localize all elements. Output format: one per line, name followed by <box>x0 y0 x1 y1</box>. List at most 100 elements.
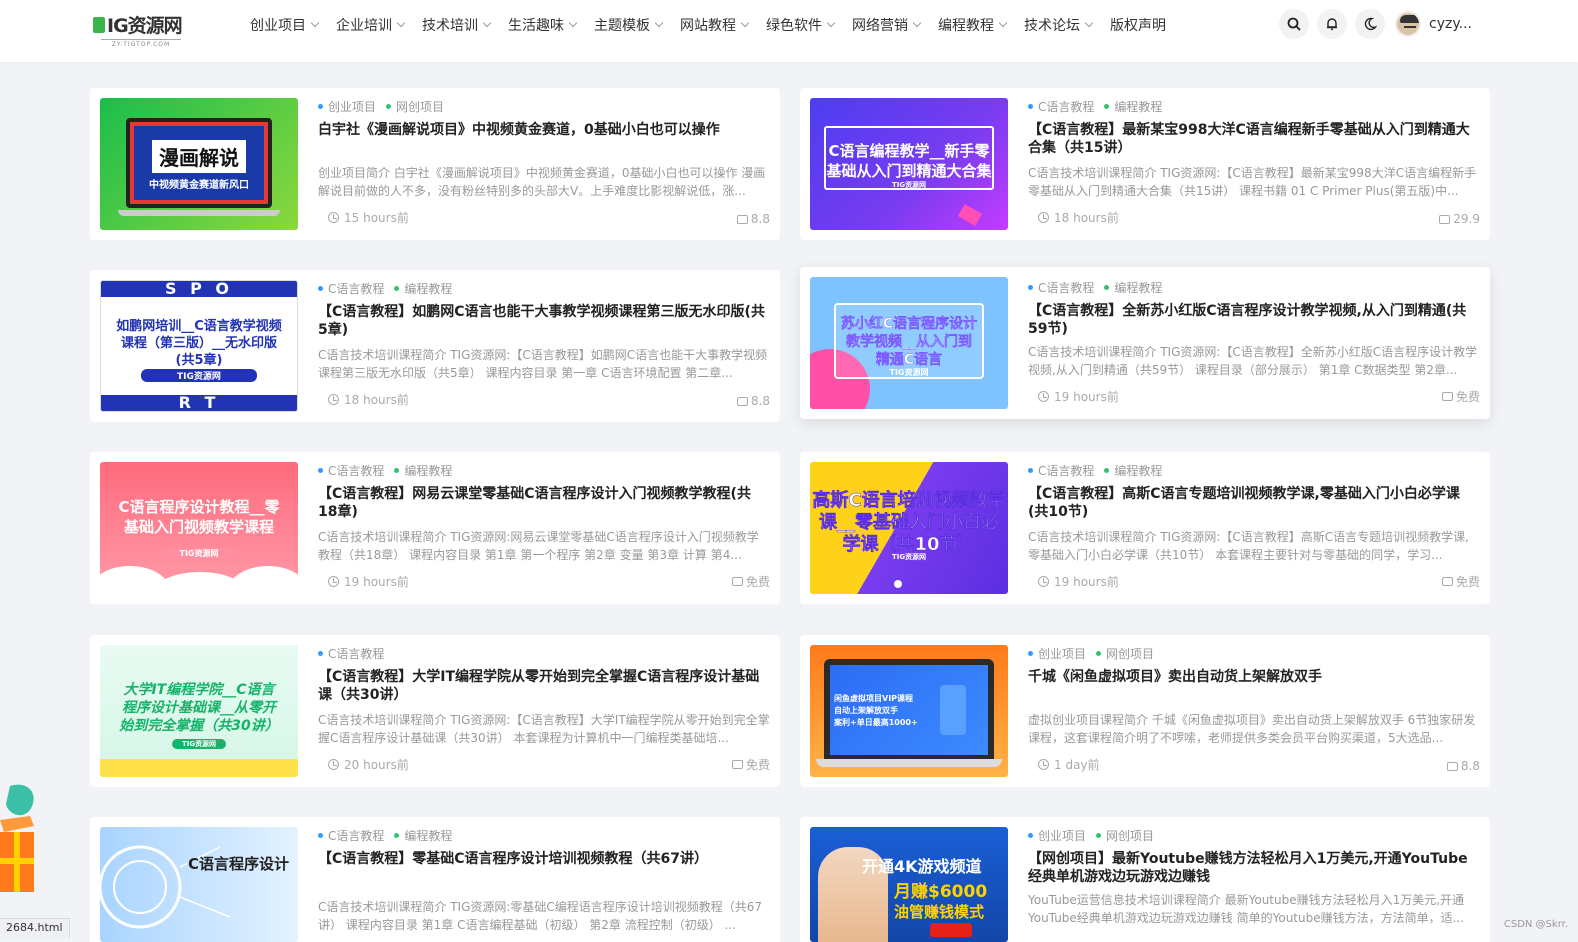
post-title[interactable]: 【C语言教程】网易云课堂零基础C语言程序设计入门视频教学教程(共18章) <box>318 485 770 521</box>
post-categories: C语言教程 编程教程 <box>318 280 462 297</box>
post-card[interactable]: 漫画解说 中视频黄金赛道新风口 创业项目 网创项目 白宇社《漫画解说项目》中视频… <box>90 88 780 240</box>
nav-item-jishu[interactable]: 技术培训 <box>422 15 492 35</box>
category-tag[interactable]: 编程教程 <box>394 280 452 297</box>
category-tag[interactable]: C语言教程 <box>318 827 384 844</box>
category-tag[interactable]: 网创项目 <box>1096 827 1154 844</box>
post-card[interactable]: 大学IT编程学院__C语言 程序设计基础课__从零开 始到完全掌握（共30讲） … <box>90 635 780 787</box>
post-thumbnail[interactable]: C语言程序设计 <box>100 827 298 942</box>
category-tag[interactable]: 编程教程 <box>394 827 452 844</box>
post-title[interactable]: 【C语言教程】全新苏小红版C语言程序设计教学视频,从入门到精通(共59节) <box>1028 302 1480 338</box>
post-title[interactable]: 【网创项目】最新Youtube赚钱方法轻松月入1万美元,开通YouTube经典单… <box>1028 850 1480 886</box>
thumb-title: 闲鱼虚拟项目VIP课程 <box>834 694 914 703</box>
dark-mode-button[interactable] <box>1355 9 1385 39</box>
post-time: 18 hours前 <box>1038 209 1119 226</box>
post-card[interactable]: 苏小红C语言程序设计 教学视频__从入门到 精通C语言 TIG资源网 C语言教程… <box>800 267 1490 419</box>
category-tag[interactable]: C语言教程 <box>318 645 384 662</box>
chevron-down-icon <box>912 18 922 28</box>
post-price: 29.9 <box>1439 212 1480 226</box>
post-price: 免费 <box>1441 388 1480 405</box>
thumb-brand: TIG资源网 <box>891 553 927 561</box>
post-title[interactable]: 千城《闲鱼虚拟项目》卖出自动货上架解放双手 <box>1028 668 1480 686</box>
post-title[interactable]: 白宇社《漫画解说项目》中视频黄金赛道，0基础小白也可以操作 <box>318 121 770 139</box>
post-thumbnail[interactable]: 漫画解说 中视频黄金赛道新风口 <box>100 98 298 230</box>
category-tag[interactable]: C语言教程 <box>318 280 384 297</box>
post-thumbnail[interactable]: C语言编程教学__新手零 基础从入门到精通大合集 TIG资源网 <box>810 98 1008 230</box>
chevron-down-icon <box>396 18 406 28</box>
thumb-subtitle: 教学视频__从入门到 <box>846 334 972 350</box>
search-button[interactable] <box>1279 9 1309 39</box>
chevron-down-icon <box>568 18 578 28</box>
post-thumbnail[interactable]: 高斯C语言培训视频教学 课__零基础入门小白必 学课（共10节） TIG资源网 <box>810 462 1008 594</box>
post-excerpt: C语言技术培训课程简介 TIG资源网:网易云课堂零基础C语言程序设计入门视频教学… <box>318 530 759 562</box>
chevron-down-icon <box>1084 18 1094 28</box>
user-avatar[interactable] <box>1395 11 1421 37</box>
post-categories: 创业项目 网创项目 <box>1028 645 1164 662</box>
post-excerpt: C语言技术培训课程简介 TIG资源网:【C语言教程】全新苏小红版C语言程序设计教… <box>1028 345 1478 377</box>
post-title[interactable]: 【C语言教程】最新某宝998大洋C语言编程新手零基础从入门到精通大合集（共15讲… <box>1028 121 1480 157</box>
post-title[interactable]: 【C语言教程】如鹏网C语言也能干大事教学视频课程第三版无水印版(共5章) <box>318 303 770 339</box>
post-card[interactable]: 高斯C语言培训视频教学 课__零基础入门小白必 学课（共10节） TIG资源网 … <box>800 452 1490 604</box>
post-price: 8.8 <box>736 212 770 226</box>
post-thumbnail[interactable]: S P O R T 如鹏网培训__C语言教学视频 课程（第三版）__无水印版 (… <box>100 280 298 412</box>
category-tag[interactable]: 网创项目 <box>386 98 444 115</box>
chevron-down-icon <box>740 18 750 28</box>
post-excerpt: C语言技术培训课程简介 TIG资源网:【C语言教程】大学IT编程学院从零开始到完… <box>318 713 770 745</box>
category-tag[interactable]: C语言教程 <box>1028 279 1094 296</box>
category-tag[interactable]: C语言教程 <box>1028 98 1094 115</box>
nav-item-lvse[interactable]: 绿色软件 <box>766 15 836 35</box>
category-tag[interactable]: 创业项目 <box>1028 827 1086 844</box>
category-tag[interactable]: C语言教程 <box>1028 462 1094 479</box>
username[interactable]: cyzy... <box>1429 16 1472 32</box>
post-title[interactable]: 【C语言教程】高斯C语言专题培训视频教学课,零基础入门小白必学课(共10节) <box>1028 485 1480 521</box>
post-thumbnail[interactable]: 大学IT编程学院__C语言 程序设计基础课__从零开 始到完全掌握（共30讲） … <box>100 645 298 777</box>
header-actions: cyzy... <box>1279 9 1472 39</box>
thumb-subtitle: 基础从入门到精通大合集 <box>826 162 992 180</box>
post-card[interactable]: 闲鱼虚拟项目VIP课程 自动上架解放双手 案利+单日最高1000+ 创业项目 网… <box>800 635 1490 787</box>
post-price: 8.8 <box>736 394 770 408</box>
post-thumbnail[interactable]: 闲鱼虚拟项目VIP课程 自动上架解放双手 案利+单日最高1000+ <box>810 645 1008 777</box>
post-card[interactable]: S P O R T 如鹏网培训__C语言教学视频 课程（第三版）__无水印版 (… <box>90 270 780 422</box>
post-excerpt: YouTube运营信息技术培训课程简介 最新Youtube赚钱方法轻松月入1万美… <box>1028 893 1465 925</box>
post-card[interactable]: C语言编程教学__新手零 基础从入门到精通大合集 TIG资源网 C语言教程 编程… <box>800 88 1490 240</box>
category-tag[interactable]: 网创项目 <box>1096 645 1154 662</box>
thumb-brand: TIG资源网 <box>160 548 238 559</box>
post-card[interactable]: C语言程序设计 C语言教程 编程教程 【C语言教程】零基础C语言程序设计培训视频… <box>90 817 780 942</box>
nav-item-yingxiao[interactable]: 网络营销 <box>852 15 922 35</box>
post-excerpt: 虚拟创业项目课程简介 千城《闲鱼虚拟项目》卖出自动货上架解放双手 6节独家研发课… <box>1028 713 1476 745</box>
clock-icon <box>328 212 339 223</box>
thumb-brand: TIG资源网 <box>889 368 929 377</box>
nav-item-biancheng[interactable]: 编程教程 <box>938 15 1008 35</box>
thumb-title: C语言程序设计 <box>188 855 290 873</box>
category-tag[interactable]: 创业项目 <box>318 98 376 115</box>
category-tag[interactable]: 编程教程 <box>1104 98 1162 115</box>
thumb-title: 漫画解说 <box>152 140 246 173</box>
category-tag[interactable]: 创业项目 <box>1028 645 1086 662</box>
nav-item-zhuti[interactable]: 主题模板 <box>594 15 664 35</box>
nav-item-qiye[interactable]: 企业培训 <box>336 15 406 35</box>
category-tag[interactable]: C语言教程 <box>318 462 384 479</box>
category-tag[interactable]: 编程教程 <box>1104 279 1162 296</box>
nav-item-shenghuo[interactable]: 生活趣味 <box>508 15 578 35</box>
notification-button[interactable] <box>1317 9 1347 39</box>
post-thumbnail[interactable]: 苏小红C语言程序设计 教学视频__从入门到 精通C语言 TIG资源网 <box>810 277 1008 409</box>
post-thumbnail[interactable]: C语言程序设计教程__零 基础入门视频教学课程 TIG资源网 <box>100 462 298 594</box>
thumb-title: 苏小红C语言程序设计 <box>840 316 978 332</box>
category-tag[interactable]: 编程教程 <box>1104 462 1162 479</box>
nav-item-chuangye[interactable]: 创业项目 <box>250 15 320 35</box>
post-price: 免费 <box>731 573 770 590</box>
post-title[interactable]: 【C语言教程】零基础C语言程序设计培训视频教程（共67讲） <box>318 850 770 868</box>
category-tag[interactable]: 编程教程 <box>394 462 452 479</box>
post-title[interactable]: 【C语言教程】大学IT编程学院从零开始到完全掌握C语言程序设计基础课（共30讲） <box>318 668 770 704</box>
nav-item-wangzhan[interactable]: 网站教程 <box>680 15 750 35</box>
post-thumbnail[interactable]: 开通4K游戏频道 月赚$6000 油管赚钱模式 <box>810 827 1008 942</box>
post-categories: C语言教程 编程教程 <box>1028 98 1172 115</box>
bell-icon <box>1327 18 1337 31</box>
post-excerpt: 创业项目简介 白宇社《漫画解说项目》中视频黄金赛道，0基础小白也可以操作 漫画解… <box>318 166 766 198</box>
nav-item-luntan[interactable]: 技术论坛 <box>1024 15 1094 35</box>
nav-item-banquan[interactable]: 版权声明 <box>1110 15 1166 35</box>
site-logo[interactable]: IG资源网 ZY.TIGTOP.COM <box>93 11 203 48</box>
post-card[interactable]: C语言程序设计教程__零 基础入门视频教学课程 TIG资源网 C语言教程 编程教… <box>90 452 780 604</box>
floating-gift-widget[interactable] <box>0 780 44 910</box>
post-card[interactable]: 开通4K游戏频道 月赚$6000 油管赚钱模式 创业项目 网创项目 【网创项目】… <box>800 817 1490 942</box>
post-price: 免费 <box>731 756 770 773</box>
